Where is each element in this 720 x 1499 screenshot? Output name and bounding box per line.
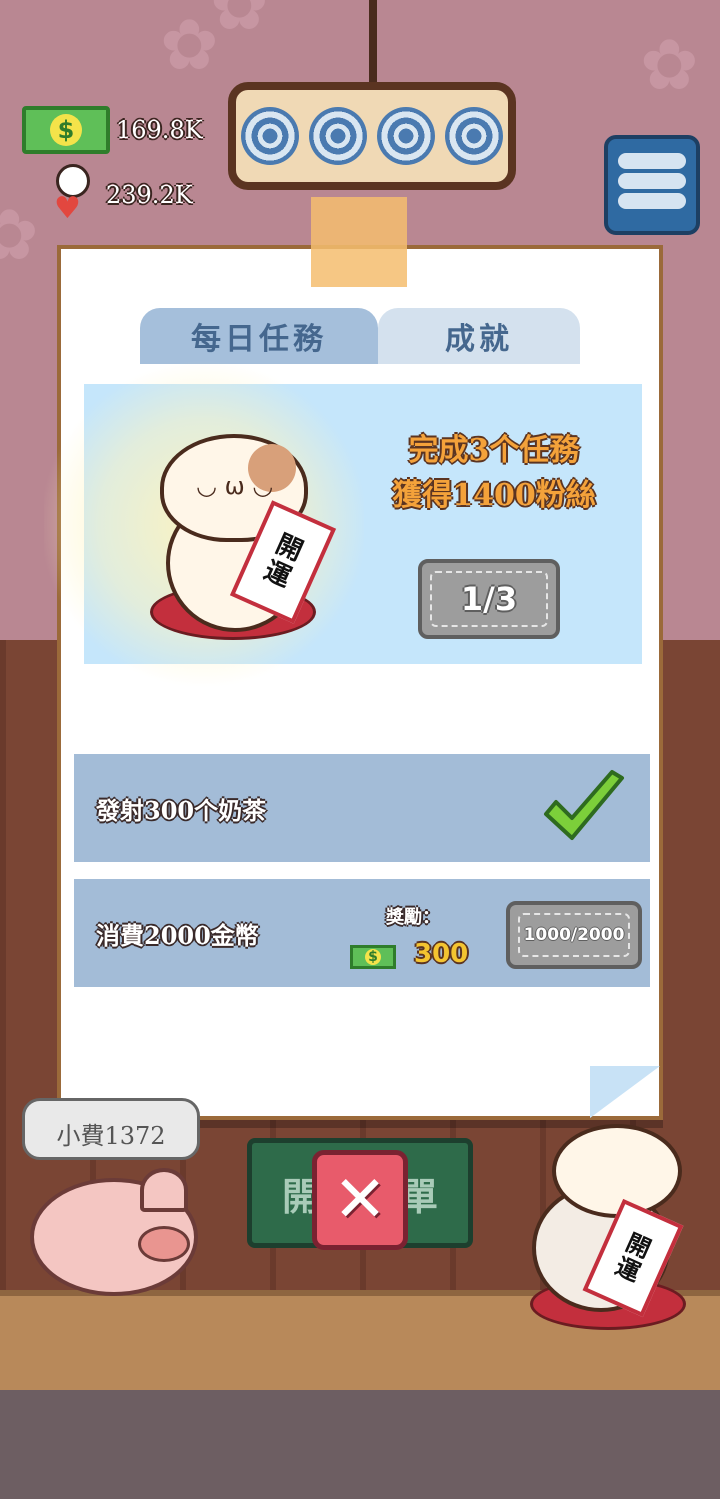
task-row: 發射300个奶茶 xyxy=(74,754,650,862)
tape-decoration xyxy=(311,197,407,287)
wave-pattern-icon xyxy=(241,107,299,165)
reward-amount: 300 xyxy=(414,939,469,969)
fans-value: 239.2K xyxy=(106,181,193,209)
sakura-decoration: ✿ xyxy=(640,24,699,106)
close-icon: ✕ xyxy=(333,1163,387,1237)
goal-progress-badge: 1/3 xyxy=(418,559,560,639)
sakura-decoration: ✿ xyxy=(210,0,269,46)
goal-line-1: 完成3个任務 xyxy=(408,433,580,468)
piggy-bank-icon[interactable] xyxy=(30,1168,200,1298)
goal-progress-text: 1/3 xyxy=(460,580,518,618)
lucky-cat-icon: ◡ ω ◡ 開 運 xyxy=(140,424,337,644)
task-row: 消費2000金幣 獎勵： $ 300 1000/2000 xyxy=(74,879,650,987)
fans-counter: ♥ 239.2K xyxy=(26,164,193,226)
daily-goal-banner: ◡ ω ◡ 開 運 完成3个任務 獲得1400粉絲 1/3 xyxy=(44,354,642,694)
tab-achievements[interactable]: 成就 xyxy=(378,308,580,364)
money-counter: $ 169.8K xyxy=(22,106,203,154)
wave-pattern-icon xyxy=(445,107,503,165)
goal-line-2: 獲得1400粉絲 xyxy=(392,478,596,513)
task-progress-text: 1000/2000 xyxy=(523,925,625,945)
checkmark-icon xyxy=(544,770,624,840)
ceiling-lamp xyxy=(228,82,516,190)
menu-list-button[interactable] xyxy=(604,135,700,235)
lucky-cat-icon: 開 運 xyxy=(512,1118,692,1330)
money-value: 169.8K xyxy=(116,116,203,144)
lamp-cord xyxy=(369,0,377,90)
task-label: 發射300个奶茶 xyxy=(96,795,267,825)
task-progress-badge: 1000/2000 xyxy=(506,901,642,969)
reward-label: 獎勵： xyxy=(386,907,440,928)
fan-heart-icon: ♥ xyxy=(38,164,100,226)
close-button[interactable]: ✕ xyxy=(312,1150,408,1250)
tip-speech-bubble: 小費1372 xyxy=(22,1098,200,1160)
ground-strip xyxy=(0,1390,720,1499)
task-label: 消費2000金幣 xyxy=(96,920,259,950)
money-bill-icon: $ xyxy=(22,106,110,154)
money-bill-icon: $ xyxy=(350,945,396,969)
goal-description: 完成3个任務 獲得1400粉絲 xyxy=(354,428,634,518)
wave-pattern-icon xyxy=(309,107,367,165)
wave-pattern-icon xyxy=(377,107,435,165)
